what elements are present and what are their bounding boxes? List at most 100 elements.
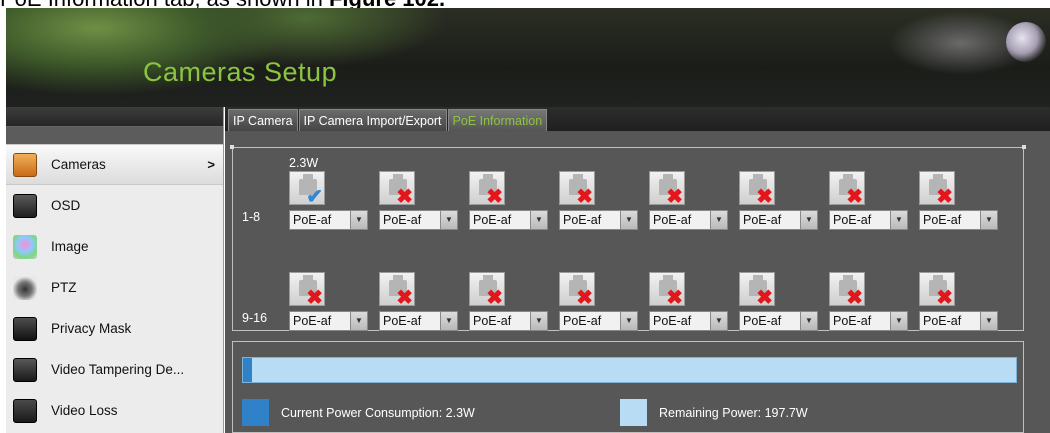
poe-mode-value: PoE-af [293, 213, 332, 227]
red-x-icon: ✖ [756, 287, 773, 309]
image-color-icon [13, 234, 37, 259]
osd-icon [13, 193, 37, 218]
chevron-down-icon[interactable]: ▼ [530, 211, 547, 229]
ip-camera-icon: ✖ [559, 272, 595, 308]
poe-mode-value: PoE-af [653, 213, 692, 227]
poe-mode-value: PoE-af [923, 213, 962, 227]
poe-mode-select[interactable]: PoE-af ▼ [379, 210, 458, 230]
power-panel: Current Power Consumption: 2.3W Remainin… [232, 341, 1024, 433]
poe-mode-select[interactable]: PoE-af ▼ [469, 311, 548, 331]
sidebar-item-privacy-mask[interactable]: Privacy Mask [6, 308, 223, 349]
poe-mode-select[interactable]: PoE-af ▼ [379, 311, 458, 331]
row-label: 1-8 [242, 210, 261, 224]
poe-port: ✖ PoE-af ▼ [649, 171, 729, 231]
red-x-icon: ✖ [846, 287, 863, 309]
chevron-down-icon[interactable]: ▼ [440, 312, 457, 330]
poe-mode-select[interactable]: PoE-af ▼ [649, 210, 728, 230]
poe-port: ✖ PoE-af ▼ [739, 272, 819, 332]
red-x-icon: ✖ [936, 186, 953, 208]
chevron-down-icon[interactable]: ▼ [440, 211, 457, 229]
poe-mode-select[interactable]: PoE-af ▼ [739, 210, 818, 230]
poe-port: ✖ PoE-af ▼ [919, 272, 999, 332]
tab-ip-camera[interactable]: IP Camera [228, 109, 298, 131]
poe-mode-select[interactable]: PoE-af ▼ [919, 311, 998, 331]
poe-mode-value: PoE-af [383, 213, 422, 227]
video-loss-icon [13, 398, 37, 423]
poe-port: ✖ PoE-af ▼ [739, 171, 819, 231]
current-swatch [242, 399, 269, 426]
ip-camera-icon: ✖ [649, 171, 685, 208]
chevron-down-icon[interactable]: ▼ [530, 312, 547, 330]
ip-camera-icon: ✖ [739, 171, 775, 208]
poe-mode-select[interactable]: PoE-af ▼ [829, 311, 908, 331]
sidebar-item-ptz[interactable]: PTZ [6, 267, 223, 308]
sidebar-item-image[interactable]: Image [6, 226, 223, 267]
camera-folder-icon [13, 152, 37, 177]
chevron-down-icon[interactable]: ▼ [980, 211, 997, 229]
chevron-down-icon[interactable]: ▼ [620, 312, 637, 330]
sidebar: Cameras > OSD Image PTZ Privacy Mask Vid… [6, 107, 224, 433]
red-x-icon: ✖ [486, 186, 503, 208]
chevron-down-icon[interactable]: ▼ [980, 312, 997, 330]
poe-mode-select[interactable]: PoE-af ▼ [559, 210, 638, 230]
poe-mode-select[interactable]: PoE-af ▼ [829, 210, 908, 230]
poe-port: ✖ PoE-af ▼ [559, 272, 639, 332]
poe-mode-select[interactable]: PoE-af ▼ [289, 210, 368, 230]
chevron-down-icon[interactable]: ▼ [350, 211, 367, 229]
poe-port: ✖ PoE-af ▼ [469, 272, 549, 332]
tab-ip-camera-import-export[interactable]: IP Camera Import/Export [298, 109, 447, 131]
poe-mode-value: PoE-af [473, 314, 512, 328]
video-tampering-icon [13, 357, 37, 382]
red-x-icon: ✖ [486, 287, 503, 309]
sidebar-item-cameras[interactable]: Cameras > [6, 144, 223, 185]
chevron-down-icon[interactable]: ▼ [890, 312, 907, 330]
red-x-icon: ✖ [936, 287, 953, 309]
poe-mode-select[interactable]: PoE-af ▼ [469, 210, 548, 230]
red-x-icon: ✖ [666, 186, 683, 208]
chevron-down-icon[interactable]: ▼ [800, 312, 817, 330]
poe-mode-select[interactable]: PoE-af ▼ [649, 311, 728, 331]
tab-poe-information[interactable]: PoE Information [447, 109, 548, 131]
ip-camera-icon: ✖ [379, 272, 415, 309]
legend-current: Current Power Consumption: 2.3W [242, 399, 475, 426]
chevron-down-icon[interactable]: ▼ [890, 211, 907, 229]
poe-mode-value: PoE-af [833, 314, 872, 328]
poe-mode-select[interactable]: PoE-af ▼ [919, 210, 998, 230]
ip-camera-icon: ✖ [739, 272, 775, 309]
red-x-icon: ✖ [396, 287, 413, 309]
chevron-down-icon[interactable]: ▼ [710, 211, 727, 229]
main-panel: IP Camera IP Camera Import/Export PoE In… [225, 107, 1050, 433]
sidebar-item-label: Image [51, 239, 89, 254]
dvr-window: Cameras Setup Cameras > OSD Image PTZ Pr… [6, 8, 1050, 433]
poe-mode-select[interactable]: PoE-af ▼ [739, 311, 818, 331]
poe-port: ✖ PoE-af ▼ [829, 171, 909, 231]
sidebar-item-osd[interactable]: OSD [6, 185, 223, 226]
poe-port: ✖ PoE-af ▼ [559, 171, 639, 231]
sidebar-item-video-tampering[interactable]: Video Tampering De... [6, 349, 223, 390]
poe-port: ✖ PoE-af ▼ [919, 171, 999, 231]
red-x-icon: ✖ [576, 186, 593, 208]
current-power-label: Current Power Consumption: 2.3W [281, 405, 475, 420]
chevron-down-icon[interactable]: ▼ [800, 211, 817, 229]
ip-camera-icon: ✖ [649, 272, 685, 309]
chevron-down-icon[interactable]: ▼ [710, 312, 727, 330]
red-x-icon: ✖ [666, 287, 683, 309]
ip-camera-icon: ✔ [289, 171, 325, 207]
poe-mode-select[interactable]: PoE-af ▼ [559, 311, 638, 331]
sidebar-item-video-loss[interactable]: Video Loss [6, 390, 223, 431]
poe-mode-value: PoE-af [923, 314, 962, 328]
ip-camera-icon: ✖ [919, 272, 955, 309]
ip-camera-icon: ✖ [919, 171, 955, 208]
header-banner: Cameras Setup [6, 8, 1050, 107]
poe-port: ✖ PoE-af ▼ [379, 171, 459, 231]
poe-mode-value: PoE-af [653, 314, 692, 328]
poe-port: ✖ PoE-af ▼ [379, 272, 459, 332]
ip-camera-icon: ✖ [379, 171, 415, 207]
red-x-icon: ✖ [756, 186, 773, 208]
remaining-power-label: Remaining Power: 197.7W [659, 405, 808, 420]
ip-camera-icon: ✖ [469, 272, 505, 309]
poe-mode-select[interactable]: PoE-af ▼ [289, 311, 368, 331]
sidebar-header [6, 107, 223, 127]
chevron-down-icon[interactable]: ▼ [350, 312, 367, 330]
chevron-down-icon[interactable]: ▼ [620, 211, 637, 229]
